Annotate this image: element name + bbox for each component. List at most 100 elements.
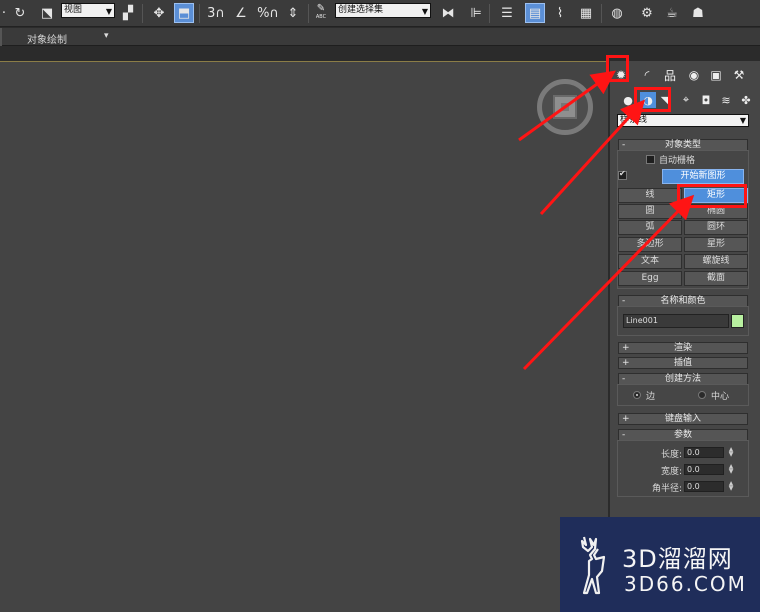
modify-tab-icon[interactable]: ◜ bbox=[638, 66, 656, 84]
object-paint-label[interactable]: 对象绘制 bbox=[27, 31, 67, 46]
percent-snap-label: % bbox=[257, 5, 270, 21]
angle-snap-icon[interactable]: ∠ bbox=[230, 3, 252, 23]
material-editor-icon[interactable]: ◍ bbox=[607, 3, 627, 23]
chevron-down-icon: ▼ bbox=[739, 116, 746, 125]
width-spinner[interactable]: 0.0 bbox=[684, 464, 724, 475]
helpers-icon[interactable]: ◘ bbox=[698, 92, 714, 108]
cameras-icon[interactable]: ⌖ bbox=[678, 92, 694, 108]
named-selection-set-combo[interactable]: 创建选择集 ▼ bbox=[335, 3, 431, 18]
edge-radio-label: 边 bbox=[646, 392, 656, 402]
hierarchy-tab-icon[interactable]: 品 bbox=[661, 66, 679, 84]
reference-coord-combo[interactable]: 视图 ▼ bbox=[61, 3, 115, 18]
expand-plus-icon: + bbox=[622, 343, 630, 353]
rollout-object-type-title: 对象类型 bbox=[664, 140, 701, 150]
length-label: 长度: bbox=[660, 450, 682, 460]
start-new-shape-button[interactable]: 开始新图形 bbox=[662, 169, 744, 184]
center-radio[interactable] bbox=[698, 391, 706, 399]
utilities-tab-icon[interactable]: ⚒ bbox=[730, 66, 748, 84]
shape-button-text[interactable]: 文本 bbox=[618, 254, 682, 269]
autogrid-label: 自动栅格 bbox=[659, 156, 696, 166]
percent-magnet-glyph: ∩ bbox=[269, 5, 279, 21]
keyboard-shortcut-icon[interactable]: ⬒ bbox=[174, 3, 194, 23]
bar-separator bbox=[0, 28, 2, 46]
rollout-interpolation-title: 插值 bbox=[673, 358, 692, 368]
mirror-icon[interactable]: ⧓ bbox=[438, 3, 458, 23]
rollout-keyboard-entry[interactable]: + 键盘输入 bbox=[618, 413, 748, 425]
shape-button-arc[interactable]: 弧 bbox=[618, 220, 682, 235]
perspective-viewport[interactable] bbox=[0, 61, 608, 612]
width-spinner-arrows-icon[interactable]: ▲ ▼ bbox=[727, 464, 735, 475]
select-manipulate-icon[interactable]: ✥ bbox=[149, 3, 169, 23]
toolbar-separator bbox=[308, 4, 309, 23]
align-icon[interactable]: ⊫ bbox=[466, 3, 486, 23]
space-warps-icon[interactable]: ≋ bbox=[718, 92, 734, 108]
rollout-rendering[interactable]: + 渲染 bbox=[618, 342, 748, 354]
chevron-down-icon: ▼ bbox=[421, 7, 428, 16]
shape-button-ngon[interactable]: 多边形 bbox=[618, 237, 682, 252]
watermark-logo: 3D溜溜网 3D66.COM bbox=[560, 517, 760, 612]
corner-radius-spinner-arrows-icon[interactable]: ▲ ▼ bbox=[727, 481, 735, 492]
systems-icon[interactable]: ✤ bbox=[738, 92, 754, 108]
corner-radius-spinner[interactable]: 0.0 bbox=[684, 481, 724, 492]
shape-button-donut[interactable]: 圆环 bbox=[684, 220, 748, 235]
percent-snap-icon[interactable]: % ∩ bbox=[256, 3, 280, 23]
shape-button-egg[interactable]: Egg bbox=[618, 271, 682, 286]
collapse-minus-icon: - bbox=[622, 430, 626, 440]
viewcube-face[interactable] bbox=[553, 95, 577, 119]
curve-editor-icon[interactable]: ⌇ bbox=[550, 3, 570, 23]
center-radio-label: 中心 bbox=[711, 392, 730, 402]
highlight-shapes-tab bbox=[634, 87, 671, 112]
motion-tab-icon[interactable]: ◉ bbox=[685, 66, 703, 84]
abc-label: ABC bbox=[315, 14, 327, 20]
layer-manager-icon[interactable]: ☰ bbox=[497, 3, 517, 23]
highlight-create-tab bbox=[606, 55, 629, 82]
shape-button-star[interactable]: 星形 bbox=[684, 237, 748, 252]
autogrid-checkbox[interactable] bbox=[646, 155, 655, 164]
object-name-field[interactable]: Line001 bbox=[623, 314, 729, 328]
app-window: · ↻ ⬔ 视图 ▼ ▞ ✥ ⬒ 3 ∩ ∠ % ∩ ⇕ ✎ ABC 创建选择集 ▼… bbox=[0, 0, 760, 612]
length-spinner[interactable]: 0.0 bbox=[684, 447, 724, 458]
schematic-view-icon[interactable]: ▦ bbox=[576, 3, 596, 23]
chevron-down-icon: ▼ bbox=[105, 7, 112, 16]
shape-button-helix[interactable]: 螺旋线 bbox=[684, 254, 748, 269]
rollout-creation-method-title: 创建方法 bbox=[664, 374, 701, 384]
rollout-keyboard-entry-title: 键盘输入 bbox=[664, 414, 701, 424]
display-tab-icon[interactable]: ▣ bbox=[707, 66, 725, 84]
rotate-icon[interactable]: ↻ bbox=[10, 3, 30, 23]
shape-button-line[interactable]: 线 bbox=[618, 188, 682, 203]
snap-3d-icon[interactable]: 3 ∩ bbox=[204, 3, 228, 23]
scale-icon[interactable]: ⬔ bbox=[37, 3, 57, 23]
spinner-snap-icon[interactable]: ⇕ bbox=[283, 3, 303, 23]
watermark-line1: 3D溜溜网 bbox=[622, 545, 733, 573]
ribbon-dropdown-icon[interactable]: ▾ bbox=[104, 31, 109, 41]
collapse-minus-icon: - bbox=[622, 140, 626, 150]
reference-coord-value: 视图 bbox=[64, 5, 83, 15]
snap-magnet-glyph: ∩ bbox=[215, 5, 225, 21]
pivot-center-icon[interactable]: ▞ bbox=[118, 3, 138, 23]
rollout-parameters-title: 参数 bbox=[673, 430, 692, 440]
start-new-shape-checkbox[interactable] bbox=[618, 169, 627, 180]
render-production-icon[interactable]: ☗ bbox=[688, 3, 708, 23]
toolbar-separator bbox=[142, 4, 143, 23]
ribbon-bar: 对象绘制 ▾ bbox=[0, 28, 760, 46]
rollout-rendering-title: 渲染 bbox=[673, 343, 692, 353]
toolbar-separator bbox=[601, 4, 602, 23]
collapse-minus-icon: - bbox=[622, 296, 626, 306]
rendered-frame-icon[interactable]: ☕ bbox=[662, 3, 682, 23]
edit-named-selection-icon[interactable]: ✎ ABC bbox=[312, 3, 330, 23]
category-combo[interactable]: 样条线 ▼ bbox=[617, 114, 749, 127]
length-spinner-arrows-icon[interactable]: ▲ ▼ bbox=[727, 447, 735, 458]
shape-button-section[interactable]: 截面 bbox=[684, 271, 748, 286]
scene-explorer-icon[interactable]: ▤ bbox=[525, 3, 545, 23]
viewcube-icon[interactable] bbox=[537, 79, 593, 135]
watermark-line2: 3D66.COM bbox=[624, 572, 747, 596]
shape-button-circle[interactable]: 圆 bbox=[618, 204, 682, 219]
edge-radio[interactable] bbox=[633, 391, 641, 399]
highlight-rectangle-button bbox=[677, 184, 747, 208]
width-label: 宽度: bbox=[660, 467, 682, 477]
corner-radius-label: 角半径: bbox=[651, 484, 682, 494]
object-color-swatch[interactable] bbox=[731, 314, 744, 328]
rollout-interpolation[interactable]: + 插值 bbox=[618, 357, 748, 369]
render-setup-icon[interactable]: ⚙ bbox=[637, 3, 657, 23]
category-value: 样条线 bbox=[620, 115, 648, 125]
